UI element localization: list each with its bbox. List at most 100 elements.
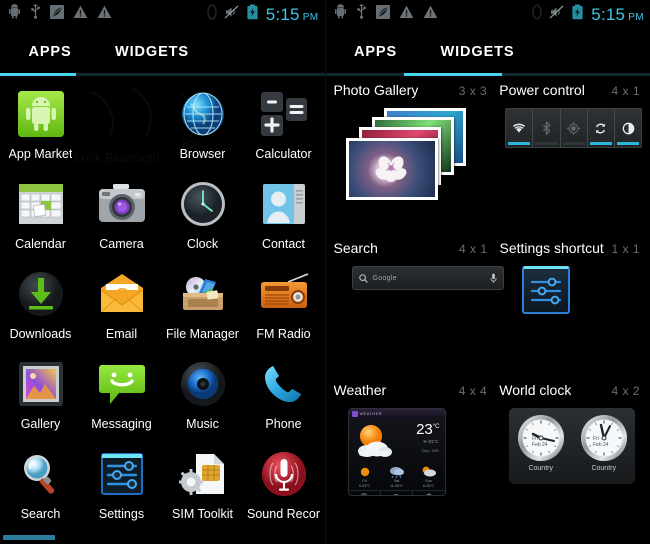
app-cell-phone[interactable]: Phone [243, 352, 324, 442]
app-cell-contact[interactable]: Contact [243, 172, 324, 262]
forecast-day-temp: 9-23°C [358, 484, 371, 488]
mute-icon [549, 5, 564, 24]
app-cell-app-market[interactable]: App Market [0, 82, 81, 172]
microphone-icon [489, 273, 497, 283]
power-toggle-gps[interactable] [561, 109, 588, 147]
photo-thumb-front [345, 138, 438, 200]
power-toggle-wifi[interactable] [506, 109, 534, 147]
widget-header: Power control 4 x 1 [499, 82, 650, 98]
music-icon [177, 358, 229, 410]
weather-current: 23°C 9~31°C City / N/S [349, 418, 445, 464]
weather-clock-button[interactable] [349, 491, 381, 495]
tab-apps[interactable]: APPS [338, 28, 414, 76]
sim-icon [532, 3, 543, 25]
widget-item-power-control[interactable]: Power control 4 x 1 [497, 82, 650, 212]
app-label: Search [20, 507, 61, 521]
widget-item-weather[interactable]: Weather 4 x 4 WEATHER 23°C 9~31°C City /… [326, 382, 498, 512]
widget-header: World clock 4 x 2 [499, 382, 650, 398]
sim-icon [206, 3, 217, 25]
widget-item-settings-shortcut[interactable]: Settings shortcut 1 x 1 [498, 240, 650, 356]
app-cell-messaging[interactable]: Messaging [81, 352, 162, 442]
gps-icon [567, 121, 581, 135]
tab-widgets[interactable]: WIDGETS [100, 28, 204, 76]
app-cell-gallery[interactable]: Gallery [0, 352, 81, 442]
widget-item-search[interactable]: Search 4 x 1 Google [326, 240, 504, 356]
sun-icon [360, 467, 369, 477]
widget-size: 4 x 2 [611, 384, 640, 398]
warning-triangle-icon [97, 5, 112, 24]
app-cell-fm-radio[interactable]: FM Radio [243, 262, 324, 352]
android-debug-icon [8, 4, 21, 24]
clock-date: Feb 24 [532, 442, 548, 448]
page-scroll-indicator[interactable] [3, 535, 55, 540]
widget-item-world-clock[interactable]: World clock 4 x 2 Fri Feb 24 Country Fri… [497, 382, 650, 512]
app-cell-sound-recorder[interactable]: Sound Recor [243, 442, 324, 532]
world-clock-country-label: Country [591, 465, 616, 472]
app-cell-calendar[interactable]: Calendar [0, 172, 81, 262]
tab-widgets-label: WIDGETS [115, 44, 189, 60]
warning-triangle-icon [73, 5, 88, 24]
weather-footer-buttons [348, 490, 445, 495]
tab-apps-label: APPS [28, 44, 72, 60]
app-cell-search[interactable]: Search [0, 442, 81, 532]
gallery-icon [15, 358, 67, 410]
tab-apps[interactable]: APPS [12, 28, 88, 76]
world-clock-unit: Fri Feb 24 Country [516, 413, 566, 472]
warning-triangle-icon [399, 5, 414, 24]
widget-size: 4 x 4 [458, 384, 488, 398]
status-bar-right: 5:15 PM [325, 0, 650, 28]
power-toggle-bluetooth[interactable] [533, 109, 561, 147]
weather-range: 9~31°C [423, 439, 439, 444]
app-cell-settings[interactable]: Settings [81, 442, 162, 532]
weather-settings-button[interactable] [413, 491, 444, 495]
tab-widgets-label: WIDGETS [440, 44, 515, 60]
widget-item-photo-gallery[interactable]: Photo Gallery 3 x 3 [326, 82, 498, 212]
file-manager-icon [177, 268, 229, 320]
world-clock-country-label: Country [528, 465, 553, 472]
power-toggle-sync[interactable] [588, 109, 616, 147]
app-cell-clock[interactable]: Clock [162, 172, 243, 262]
contact-icon [258, 178, 310, 230]
widgets-list: Photo Gallery 3 x 3 Power control 4 x 1 … [326, 76, 650, 512]
clock-ampm: PM [628, 11, 644, 23]
tab-bar-left: APPS WIDGETS [0, 28, 325, 76]
widget-preview [334, 108, 498, 212]
app-label: SIM Toolkit [172, 507, 233, 521]
app-label: Settings [98, 507, 145, 521]
status-clock: 5:15 PM [591, 6, 644, 23]
app-cell-downloads[interactable]: Downloads [0, 262, 81, 352]
search-bar-preview[interactable]: Google [351, 266, 504, 290]
app-cell-calculator[interactable]: Calculator [243, 82, 324, 172]
app-cell-music[interactable]: Music [162, 352, 243, 442]
app-label: Sound Recor [247, 507, 320, 521]
right-panel-widgets-drawer: 5:15 PM APPS WIDGETS Photo Gallery 3 x 3… [324, 0, 650, 544]
widget-preview [499, 108, 650, 212]
app-label: File Manager [166, 327, 239, 341]
app-label: Downloads [9, 327, 72, 341]
weather-refresh-button[interactable] [381, 491, 414, 495]
app-cell-browser[interactable]: Browser [162, 82, 243, 172]
power-toggle-brightness[interactable] [615, 109, 641, 147]
toggle-state-bar [589, 142, 613, 145]
calendar-icon [15, 178, 67, 230]
tab-widgets[interactable]: WIDGETS [426, 28, 530, 76]
widget-row: Search 4 x 1 Google Settings shortcut 1 … [326, 240, 650, 356]
weather-temperature: 23°C [416, 421, 440, 438]
status-icons-right: 5:15 PM [206, 3, 319, 25]
android-launcher-screenshot: 5:15 PM APPS WIDGETS Lock BluetoothBro [0, 0, 650, 544]
widget-size: 3 x 3 [458, 84, 488, 98]
app-label: App Market [8, 147, 73, 161]
app-cell-sim-toolkit[interactable]: SIM Toolkit [162, 442, 243, 532]
widget-preview: WEATHER 23°C 9~31°C City / N/S Fri 9-23°… [334, 408, 498, 512]
app-cell-email[interactable]: @ Email [81, 262, 162, 352]
app-label: Browser [179, 147, 226, 161]
widget-row: Photo Gallery 3 x 3 Power control 4 x 1 [326, 82, 650, 212]
status-icons-left [334, 4, 438, 24]
app-cell-file-manager[interactable]: File Manager [162, 262, 243, 352]
toggle-state-bar [535, 142, 558, 145]
widget-size: 4 x 1 [458, 242, 488, 256]
app-cell-camera[interactable]: Camera [81, 172, 162, 262]
apps-grid: Lock Bluetooth Bro App Market Browser Ca… [0, 76, 325, 532]
search-hint: Google [372, 274, 397, 282]
widget-preview [500, 266, 650, 356]
